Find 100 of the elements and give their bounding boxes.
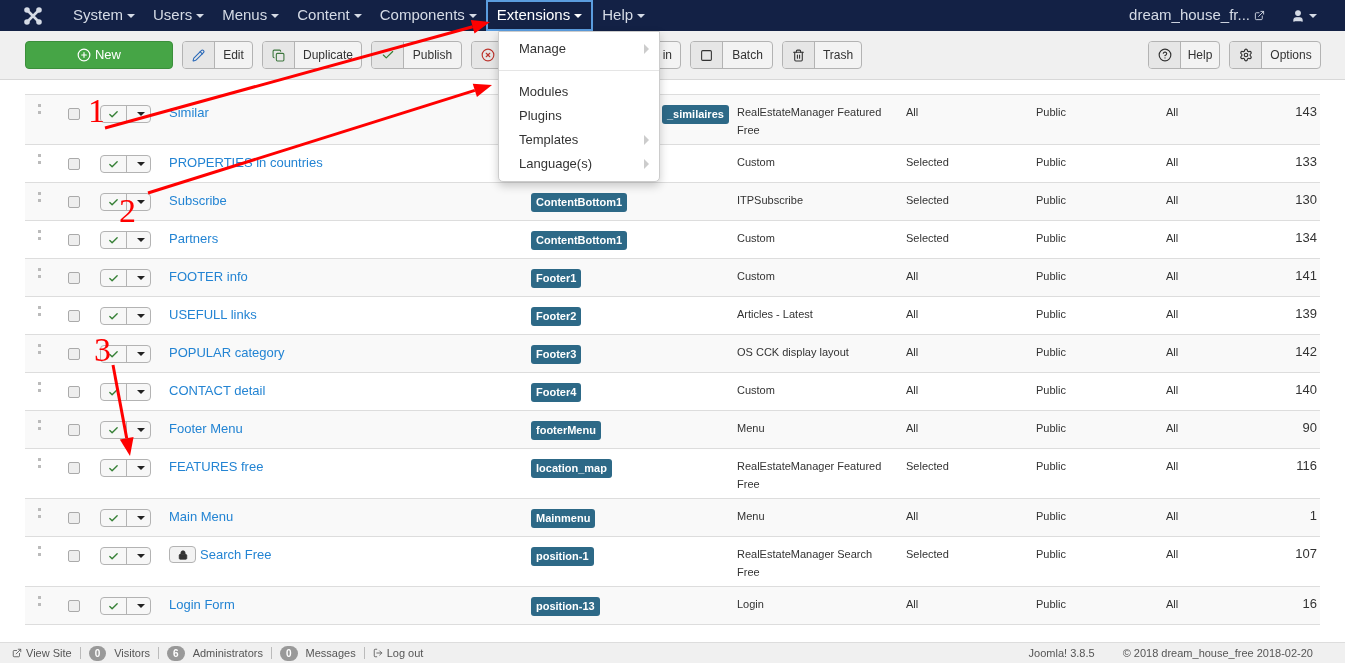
id-cell-text: 140 [1294,381,1318,399]
drag-handle-icon[interactable] [38,192,41,202]
type-cell-text: Custom [737,231,776,246]
language-cell-text: All [1166,509,1180,524]
menu-item[interactable]: Templates [499,128,659,152]
menu-item[interactable]: Plugins [499,104,659,128]
options-button[interactable]: Options [1229,41,1321,69]
row-checkbox[interactable] [68,234,80,246]
check-icon [108,424,119,436]
drag-handle-icon[interactable] [38,458,41,468]
row-checkbox[interactable] [68,600,80,612]
help-button[interactable]: Help [1148,41,1220,69]
pages-cell-text: Selected [906,459,950,474]
module-title-link[interactable]: Footer Menu [169,419,243,439]
pages-cell-text: All [906,307,920,322]
external-link-icon [12,648,22,658]
caret-icon [136,276,145,280]
position-badge: Footer2 [531,307,582,326]
check-icon [108,108,119,120]
id-cell-text: 1 [1308,507,1318,525]
external-link-icon [1254,10,1265,21]
drag-handle-icon[interactable] [38,154,41,164]
module-title-link[interactable]: Search Free [200,545,272,565]
module-title-link[interactable]: FOOTER info [169,267,248,287]
trash-button[interactable]: Trash [782,41,862,69]
position-badge: position-13 [531,597,600,616]
logout-link[interactable]: Log out [372,644,424,662]
annotation-number: 3 [94,333,111,367]
module-title-link[interactable]: FEATURES free [169,457,264,477]
access-cell-text: Public [1036,547,1067,562]
edit-button[interactable]: Edit [182,41,253,69]
drag-handle-icon[interactable] [38,508,41,518]
caret-icon [136,238,145,242]
caret-icon [196,13,205,18]
annotation-number: 1 [88,94,105,128]
row-checkbox[interactable] [68,424,80,436]
access-cell-text: Public [1036,459,1067,474]
drag-handle-icon[interactable] [38,104,41,114]
duplicate-button[interactable]: Duplicate [262,41,362,69]
site-link[interactable]: dream_house_fr... [1129,4,1250,27]
submenu-arrow-icon [644,44,649,54]
nav-menu[interactable]: Content [288,0,371,31]
checked-out-button[interactable] [169,546,196,563]
caret-icon [136,390,145,394]
nav-menu[interactable]: Users [144,0,214,31]
module-title-link[interactable]: Main Menu [169,507,234,527]
drag-handle-icon[interactable] [38,420,41,430]
nav-menu[interactable]: System [64,0,144,31]
row-checkbox[interactable] [68,108,80,120]
menu-item[interactable]: Manage [499,37,659,61]
access-cell-text: Public [1036,155,1067,170]
module-title-link[interactable]: POPULAR category [169,343,285,363]
caret-icon [136,554,145,558]
language-cell-text: All [1166,421,1180,436]
nav-menu[interactable]: Extensions [485,0,594,31]
id-cell-text: 141 [1294,267,1318,285]
view-site-link[interactable]: View Site [12,644,72,662]
drag-handle-icon[interactable] [38,344,41,354]
menu-item[interactable]: Modules [499,80,659,104]
help-icon [1157,48,1172,62]
row-checkbox[interactable] [68,550,80,562]
nav-menu[interactable]: Menus [213,0,289,31]
type-cell-text: Menu [737,421,766,436]
row-checkbox[interactable] [68,310,80,322]
caret-icon [136,428,145,432]
user-menu[interactable] [1291,8,1317,23]
module-title-link[interactable]: Partners [169,229,219,249]
type-cell-text: RealEstateManager Search Free [737,547,874,580]
check-icon [108,272,119,284]
row-checkbox[interactable] [68,158,80,170]
batch-button[interactable]: Batch [690,41,773,69]
menu-item[interactable]: Language(s) [499,152,659,176]
caret-icon [353,13,362,18]
position-badge: location_map [531,459,612,478]
row-checkbox[interactable] [68,462,80,474]
caret-icon [136,112,145,116]
drag-handle-icon[interactable] [38,268,41,278]
row-checkbox[interactable] [68,196,80,208]
drag-handle-icon[interactable] [38,382,41,392]
caret-icon [136,200,145,204]
module-title-link[interactable]: USEFULL links [169,305,257,325]
module-title-link[interactable]: Login Form [169,595,235,615]
drag-handle-icon[interactable] [38,546,41,556]
lock-icon [177,549,188,560]
drag-handle-icon[interactable] [38,596,41,606]
check-icon [108,196,119,208]
publish-button[interactable]: Publish [371,41,462,69]
plus-icon [77,48,91,62]
row-checkbox[interactable] [68,272,80,284]
row-checkbox[interactable] [68,386,80,398]
row-checkbox[interactable] [68,512,80,524]
row-checkbox[interactable] [68,348,80,360]
drag-handle-icon[interactable] [38,230,41,240]
drag-handle-icon[interactable] [38,306,41,316]
id-cell-text: 139 [1294,305,1318,323]
copyright-text: © 2018 dream_house_free 2018-02-20 [1122,645,1313,661]
module-title-link[interactable]: CONTACT detail [169,381,266,401]
type-cell-text: Custom [737,155,776,170]
nav-menu[interactable]: Help [593,0,655,31]
module-title-link[interactable]: Subscribe [169,191,227,211]
